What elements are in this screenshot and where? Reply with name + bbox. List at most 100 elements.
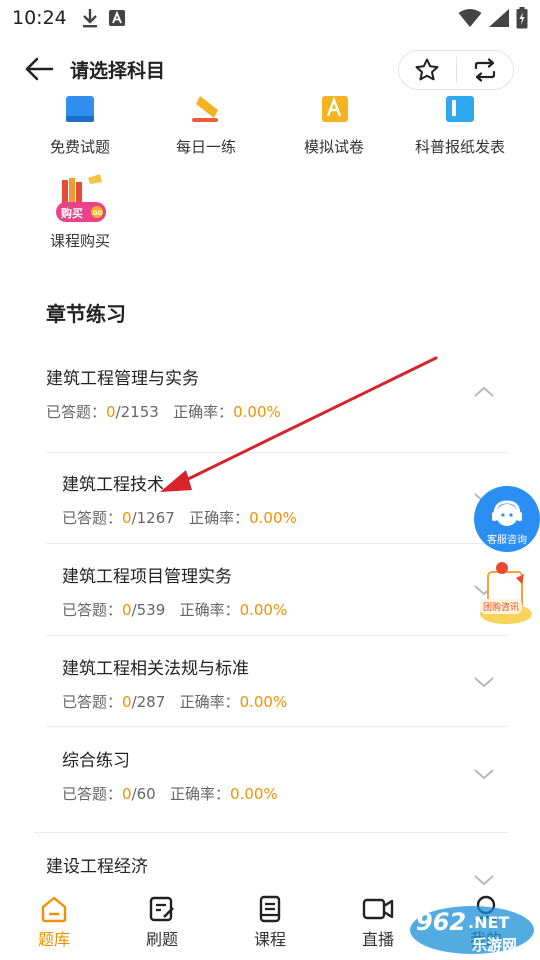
subchapter-stats: 已答题：0/60 正确率：0.00% [62,783,508,804]
subchapter-stats: 已答题：0/539 正确率：0.00% [62,599,508,620]
total-count: /287 [131,693,166,711]
total-count: /539 [131,601,166,619]
total-count: /60 [131,785,156,803]
header: 请选择科目 [0,40,540,100]
favorite-button[interactable] [399,51,456,89]
shopping-books-icon: 购买 GO [56,174,106,222]
divider [46,543,508,544]
nav-question-bank[interactable]: 题库 [0,888,108,960]
nav-label: 课程 [253,930,286,949]
svg-text:GO: GO [93,210,103,217]
newspaper-icon [446,96,474,122]
feature-mock-exam[interactable]: 模拟试卷 [274,96,394,157]
customer-service-button[interactable]: 客服咨询 [474,486,540,552]
chevron-up-icon[interactable] [472,380,496,404]
accuracy-value: 0.00% [230,785,278,803]
switch-button[interactable] [457,51,514,89]
course-badge-text: 购买 [61,206,83,220]
accuracy-label: 正确率： [179,693,240,711]
subchapter-stats: 已答题：0/1267 正确率：0.00% [62,507,508,528]
answered-label: 已答题： [62,509,123,527]
group-buy-button[interactable]: 团购咨讯 [476,558,536,628]
feature-newspaper[interactable]: 科普报纸发表 [400,96,520,157]
divider [46,635,508,636]
watermark-logo: 962 .NET 乐游网 [410,906,534,954]
status-bar: 10:24 [0,0,540,36]
answered-count: 0 [106,403,116,421]
answered-count: 0 [122,509,132,527]
accuracy-value: 0.00% [249,509,297,527]
feature-course-purchase[interactable]: 购买 GO 课程购买 [20,174,140,251]
feature-label: 课程购买 [49,232,110,250]
service-label: 客服咨询 [487,535,527,546]
watermark-suffix: .NET [468,913,509,932]
accuracy-value: 0.00% [239,601,288,619]
feature-label: 免费试题 [49,138,110,156]
total-count: /2153 [115,403,159,421]
home-icon [41,896,67,923]
font-icon [108,10,125,26]
battery-icon [516,7,528,29]
accuracy-label: 正确率： [179,601,240,619]
divider [46,452,508,453]
subchapter-title: 建筑工程技术 [62,475,164,495]
accuracy-value: 0.00% [239,693,288,711]
divider [34,832,508,833]
answered-label: 已答题： [62,601,123,619]
feature-free-questions[interactable]: 免费试题 [20,96,140,157]
subchapter-title: 建筑工程项目管理实务 [62,567,232,587]
status-time: 10:24 [12,7,67,29]
chevron-down-icon[interactable] [472,670,496,694]
subchapter-title: 建筑工程相关法规与标准 [62,659,249,679]
answered-label: 已答题： [62,693,123,711]
chapter-title: 建设工程经济 [46,857,148,877]
feature-label: 科普报纸发表 [414,138,505,156]
group-buy-label: 团购咨讯 [480,599,523,614]
nav-label: 题库 [37,930,70,949]
video-icon [362,898,394,920]
subchapter-item[interactable]: 建筑工程项目管理实务 已答题：0/539 正确率：0.00% [62,562,508,620]
chapter-item[interactable]: 建筑工程管理与实务 已答题：0/2153 正确率：0.00% [46,364,508,422]
answered-count: 0 [122,601,132,619]
nav-courses[interactable]: 课程 [216,888,324,960]
chapter-stats: 已答题：0/2153 正确率：0.00% [46,401,508,422]
exam-paper-icon [322,96,348,122]
nav-label: 刷题 [145,930,178,949]
subchapter-item[interactable]: 建筑工程技术 已答题：0/1267 正确率：0.00% [62,470,508,528]
feature-label: 模拟试卷 [303,138,364,156]
feature-label: 每日一练 [175,138,236,156]
headset-icon [492,500,522,526]
subchapter-stats: 已答题：0/287 正确率：0.00% [62,691,508,712]
book-icon [259,895,281,923]
signal-icon [489,9,509,27]
star-icon [415,58,439,81]
switch-icon [474,58,495,82]
accuracy-label: 正确率： [170,785,231,803]
book-icon [66,96,94,122]
answered-label: 已答题： [62,785,123,803]
header-actions [398,50,514,90]
feature-daily-practice[interactable]: 每日一练 [146,96,266,157]
watermark-number: 962 [416,908,466,936]
page-title: 请选择科目 [70,60,166,82]
subchapter-item[interactable]: 建筑工程相关法规与标准 已答题：0/287 正确率：0.00% [62,654,508,712]
subchapter-item[interactable]: 综合练习 已答题：0/60 正确率：0.00% [62,746,508,804]
arrow-left-icon [25,57,54,81]
chapter-title: 建筑工程管理与实务 [46,369,199,389]
subchapter-title: 综合练习 [62,751,130,771]
pencil-icon [192,96,218,122]
chevron-down-icon[interactable] [472,762,496,786]
watermark-text: 乐游网 [472,936,517,954]
answered-label: 已答题： [46,403,107,421]
chapter-item[interactable]: 建设工程经济 [46,852,508,886]
accuracy-label: 正确率： [173,403,234,421]
accuracy-value: 0.00% [233,403,281,421]
divider [46,726,508,727]
wifi-icon [458,9,482,27]
download-icon [82,9,97,28]
answered-count: 0 [122,693,132,711]
nav-practice[interactable]: 刷题 [108,888,216,960]
section-title: 章节练习 [46,302,126,326]
back-button[interactable] [22,54,56,84]
nav-label: 直播 [361,930,394,949]
